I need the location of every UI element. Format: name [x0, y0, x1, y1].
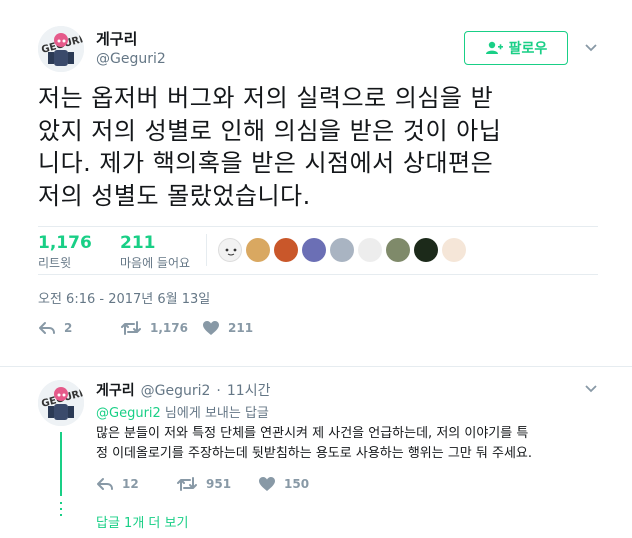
reply-reply-count: 12 — [122, 477, 139, 491]
tweet-text: 저는 옵저버 버그와 저의 실력으로 의심을 받 았지 저의 성별로 인해 의심… — [38, 82, 598, 212]
retweet-icon — [177, 477, 197, 491]
liker-avatar[interactable] — [274, 238, 298, 262]
reply-to-handle[interactable]: @Geguri2 — [96, 406, 161, 421]
liker-avatar[interactable] — [414, 238, 438, 262]
reply-text-line: 정 이데올로기를 주장하는데 뒷받침하는 용도로 사용하는 행위는 그만 둬 주… — [96, 446, 533, 461]
show-more-replies-link[interactable]: 답글 1개 더 보기 — [96, 512, 188, 531]
chevron-down-icon — [585, 385, 597, 393]
divider — [38, 226, 598, 227]
reply-retweet-action[interactable]: 951 — [176, 476, 231, 492]
reply-options-menu[interactable] — [583, 381, 599, 397]
liker-avatar[interactable] — [330, 238, 354, 262]
follow-person-icon — [485, 41, 503, 54]
tweet-options-menu[interactable] — [583, 40, 599, 56]
reply-context: @Geguri2 님에게 보내는 답글 — [96, 402, 269, 421]
reply-header: 게구리 @Geguri2 · 11시간 — [96, 380, 270, 400]
reply-to-suffix: 님에게 보내는 답글 — [160, 406, 269, 421]
thread-connector-dot — [60, 508, 62, 510]
tweet-text-line: 았지 저의 성별로 인해 의심을 받은 것이 아닙 — [38, 116, 502, 145]
tweet-text-line: 저는 옵저버 버그와 저의 실력으로 의심을 받 — [38, 84, 494, 112]
reply-count: 2 — [64, 321, 73, 335]
thread-connector-line — [60, 432, 62, 496]
section-divider — [0, 366, 632, 367]
author-avatar[interactable]: GEGURI2 — [38, 26, 84, 72]
retweet-label: 리트윗 — [38, 256, 72, 270]
likes-label: 마음에 들어요 — [120, 256, 191, 270]
reply-author-handle[interactable]: @Geguri2 — [141, 383, 211, 399]
thread-connector-dot — [60, 502, 62, 504]
follow-button-label: 팔로우 — [508, 41, 548, 57]
reply-like-action[interactable]: 150 — [258, 476, 309, 492]
stats-divider — [206, 234, 207, 266]
likers-avatar-row — [218, 238, 466, 262]
divider — [38, 274, 598, 275]
retweet-action[interactable]: 1,176 — [120, 320, 188, 336]
tweet-timestamp[interactable]: 오전 6:16 - 2017년 6월 13일 — [38, 288, 210, 307]
retweet-count: 1,176 — [38, 233, 92, 253]
chevron-down-icon — [585, 44, 597, 52]
heart-icon — [203, 321, 219, 335]
face-icon — [225, 248, 237, 256]
like-action-count: 211 — [228, 321, 254, 335]
reply-reply-action[interactable]: 12 — [96, 476, 139, 492]
liker-avatar[interactable] — [442, 238, 466, 262]
liker-avatar[interactable] — [302, 238, 326, 262]
reply-text: 많은 분들이 저와 특정 단체를 연관시켜 제 사건을 언급하는데, 저의 이야… — [96, 424, 606, 464]
retweet-action-count: 1,176 — [150, 321, 188, 335]
reply-separator: · — [216, 383, 221, 399]
liker-avatar[interactable] — [386, 238, 410, 262]
heart-icon — [259, 477, 275, 491]
reply-like-count: 150 — [284, 477, 310, 491]
follow-button[interactable]: 팔로우 — [464, 31, 568, 65]
reply-action[interactable]: 2 — [38, 320, 72, 336]
author-handle[interactable]: @Geguri2 — [96, 51, 166, 67]
avatar-illustration: GEGURI2 — [38, 26, 84, 72]
likes-count: 211 — [120, 233, 156, 253]
likes-stat[interactable]: 211 마음에 들어요 — [120, 233, 190, 271]
thread-connector-dot — [60, 514, 62, 516]
liker-avatar[interactable] — [218, 238, 242, 262]
reply-text-line: 많은 분들이 저와 특정 단체를 연관시켜 제 사건을 언급하는데, 저의 이야… — [96, 426, 529, 441]
reply-icon — [39, 322, 55, 334]
reply-icon — [97, 478, 113, 490]
liker-avatar[interactable] — [246, 238, 270, 262]
like-action[interactable]: 211 — [202, 320, 253, 336]
tweet-text-line: 니다. 제가 핵의혹을 받은 시점에서 상대편은 — [38, 149, 494, 177]
retweet-icon — [121, 321, 141, 335]
reply-retweet-count: 951 — [206, 477, 232, 491]
author-name[interactable]: 게구리 — [96, 28, 137, 49]
retweet-stat[interactable]: 1,176 리트윗 — [38, 233, 92, 271]
tweet-text-line: 저의 성별도 몰랐었습니다. — [38, 181, 311, 210]
avatar-illustration: GEGURI2 — [38, 380, 84, 426]
reply-author-name[interactable]: 게구리 — [96, 380, 135, 400]
reply-time[interactable]: 11시간 — [227, 380, 271, 400]
liker-avatar[interactable] — [358, 238, 382, 262]
reply-author-avatar[interactable]: GEGURI2 — [38, 380, 84, 426]
